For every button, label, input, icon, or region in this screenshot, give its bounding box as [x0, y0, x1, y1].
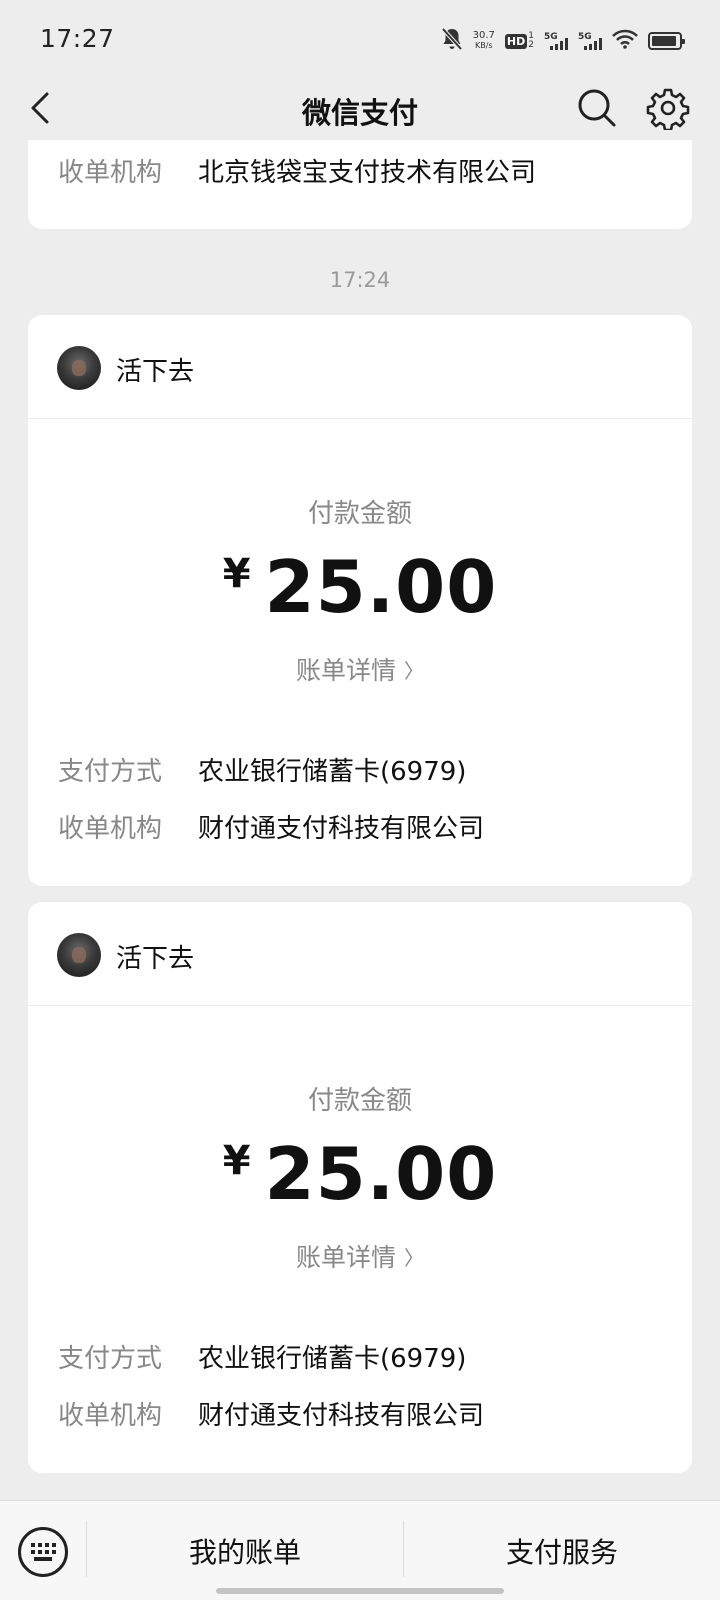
- payment-method-value: 农业银行储蓄卡(6979): [198, 757, 467, 787]
- tab-payment-services[interactable]: 支付服务: [404, 1501, 720, 1600]
- network-speed: 30.7 KB/s: [472, 30, 495, 51]
- acquirer-label: 收单机构: [58, 1401, 163, 1431]
- status-time: 17:27: [40, 24, 115, 53]
- wechat-pay-screen: 17:27 30.7 KB/s HD 1 2 5G 5G 微信支付 收单机构 北…: [0, 0, 720, 1600]
- signal-icon: 5G: [578, 32, 602, 50]
- card-header[interactable]: 活下去: [28, 315, 692, 419]
- acquirer-row: 收单机构 财付通支付科技有限公司: [58, 1395, 484, 1432]
- payment-card[interactable]: 活下去 付款金额 ¥25.00 账单详情〉 支付方式 农业银行储蓄卡(6979)…: [28, 902, 692, 1473]
- bill-detail-link[interactable]: 账单详情〉: [28, 651, 692, 687]
- hd-icon: HD 1 2: [504, 31, 534, 50]
- chevron-right-icon: 〉: [404, 1246, 424, 1270]
- search-button[interactable]: [575, 86, 619, 130]
- merchant-avatar: [57, 933, 101, 977]
- acquirer-value: 财付通支付科技有限公司: [198, 814, 485, 844]
- payment-amount: ¥25.00: [28, 545, 692, 629]
- payment-method-value: 农业银行储蓄卡(6979): [198, 1344, 467, 1374]
- merchant-name: 活下去: [116, 944, 195, 974]
- status-bar: 17:27 30.7 KB/s HD 1 2 5G 5G: [0, 0, 720, 80]
- chevron-right-icon: 〉: [404, 659, 424, 683]
- currency-symbol: ¥: [222, 551, 251, 597]
- amount-value: 25.00: [264, 545, 498, 629]
- card-header[interactable]: 活下去: [28, 902, 692, 1006]
- acquirer-value: 财付通支付科技有限公司: [198, 1401, 485, 1431]
- settings-button[interactable]: [646, 86, 690, 132]
- tab-my-bills[interactable]: 我的账单: [87, 1501, 403, 1600]
- payment-method-label: 支付方式: [58, 757, 163, 787]
- acquirer-label: 收单机构: [58, 158, 163, 188]
- bill-detail-link[interactable]: 账单详情〉: [28, 1238, 692, 1274]
- amount-label: 付款金额: [307, 1086, 412, 1116]
- message-timestamp: 17:24: [329, 268, 391, 292]
- search-icon: [578, 89, 616, 127]
- payment-method-label: 支付方式: [58, 1344, 163, 1374]
- bottom-menu-bar: 我的账单 支付服务: [0, 1500, 720, 1600]
- previous-payment-card[interactable]: 收单机构 北京钱袋宝支付技术有限公司: [28, 140, 692, 229]
- bell-off-icon: [441, 27, 463, 55]
- acquirer-row: 收单机构 北京钱袋宝支付技术有限公司: [58, 152, 536, 189]
- wifi-icon: [612, 29, 638, 53]
- acquirer-value: 北京钱袋宝支付技术有限公司: [198, 158, 537, 188]
- acquirer-row: 收单机构 财付通支付科技有限公司: [58, 808, 484, 845]
- acquirer-label: 收单机构: [58, 814, 163, 844]
- currency-symbol: ¥: [222, 1138, 251, 1184]
- amount-label: 付款金额: [307, 499, 412, 529]
- merchant-avatar: [57, 346, 101, 390]
- merchant-name: 活下去: [116, 357, 195, 387]
- status-icons: 30.7 KB/s HD 1 2 5G 5G: [441, 26, 685, 56]
- gear-icon: [646, 88, 690, 132]
- signal-icon: 5G: [544, 32, 568, 50]
- battery-icon: [648, 32, 685, 50]
- amount-value: 25.00: [264, 1132, 498, 1216]
- keyboard-icon: [30, 1543, 56, 1561]
- payment-amount: ¥25.00: [28, 1132, 692, 1216]
- payment-method-row: 支付方式 农业银行储蓄卡(6979): [58, 1338, 466, 1375]
- payment-card[interactable]: 活下去 付款金额 ¥25.00 账单详情〉 支付方式 农业银行储蓄卡(6979)…: [28, 315, 692, 886]
- home-indicator[interactable]: [216, 1588, 504, 1594]
- payment-method-row: 支付方式 农业银行储蓄卡(6979): [58, 751, 466, 788]
- keyboard-toggle-button[interactable]: [18, 1527, 68, 1577]
